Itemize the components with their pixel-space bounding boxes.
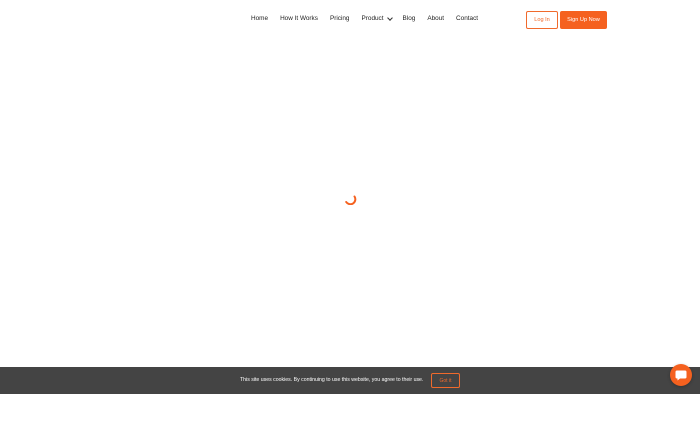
nav-blog[interactable]: Blog	[403, 15, 416, 22]
nav-product[interactable]: Product	[361, 14, 393, 22]
chat-button[interactable]	[670, 364, 692, 386]
cookie-banner: This site uses cookies. By continuing to…	[0, 367, 700, 394]
chevron-down-icon	[386, 14, 393, 21]
nav-pricing[interactable]: Pricing	[330, 15, 350, 22]
cookie-accept-button[interactable]: Got it	[431, 373, 460, 388]
nav-about[interactable]: About	[427, 15, 444, 22]
signup-button[interactable]: Sign Up Now	[560, 11, 607, 29]
nav-links: Home How It Works Pricing Product Blog A…	[251, 14, 478, 22]
nav-how-it-works[interactable]: How It Works	[280, 15, 318, 22]
loading-spinner-icon	[345, 195, 357, 205]
cookie-message: This site uses cookies. By continuing to…	[240, 377, 424, 383]
chat-bubble-icon	[675, 370, 687, 381]
nav-contact[interactable]: Contact	[456, 15, 478, 22]
login-button[interactable]: Log In	[526, 11, 558, 29]
nav-product-label: Product	[361, 15, 384, 22]
nav-home[interactable]: Home	[251, 15, 268, 22]
top-navigation: Home How It Works Pricing Product Blog A…	[0, 0, 700, 40]
